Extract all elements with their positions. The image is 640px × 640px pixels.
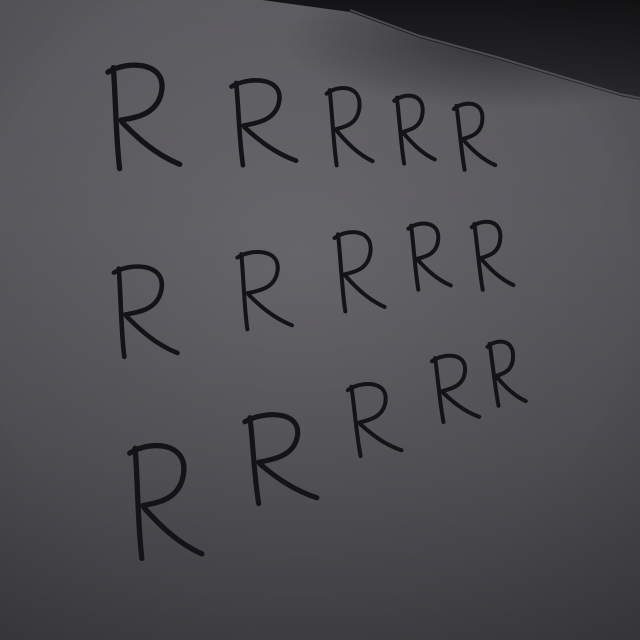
handwritten-r-1-1 — [105, 62, 183, 172]
handwritten-r-2-4 — [406, 221, 453, 292]
handwritten-r-3-5 — [485, 339, 528, 408]
handwritten-r-3-1 — [127, 442, 205, 562]
handwritten-r-1-5 — [451, 101, 498, 172]
handwritten-r-2-3 — [332, 230, 387, 314]
handwritten-r-2-2 — [235, 250, 294, 332]
handwritten-r-2-5 — [469, 219, 516, 292]
handwritten-r-2-1 — [111, 264, 180, 360]
handwritten-r-3-4 — [430, 353, 482, 424]
handwritten-r-1-3 — [324, 86, 375, 168]
handwritten-r-1-2 — [229, 78, 299, 168]
handwritten-letters — [105, 62, 528, 562]
whiteboard-photo: R R R R R R R R R R R R R R R — [0, 0, 640, 640]
handwritten-r-3-2 — [242, 412, 320, 507]
handwritten-r-1-4 — [392, 93, 437, 166]
handwritten-r-3-3 — [345, 382, 404, 459]
